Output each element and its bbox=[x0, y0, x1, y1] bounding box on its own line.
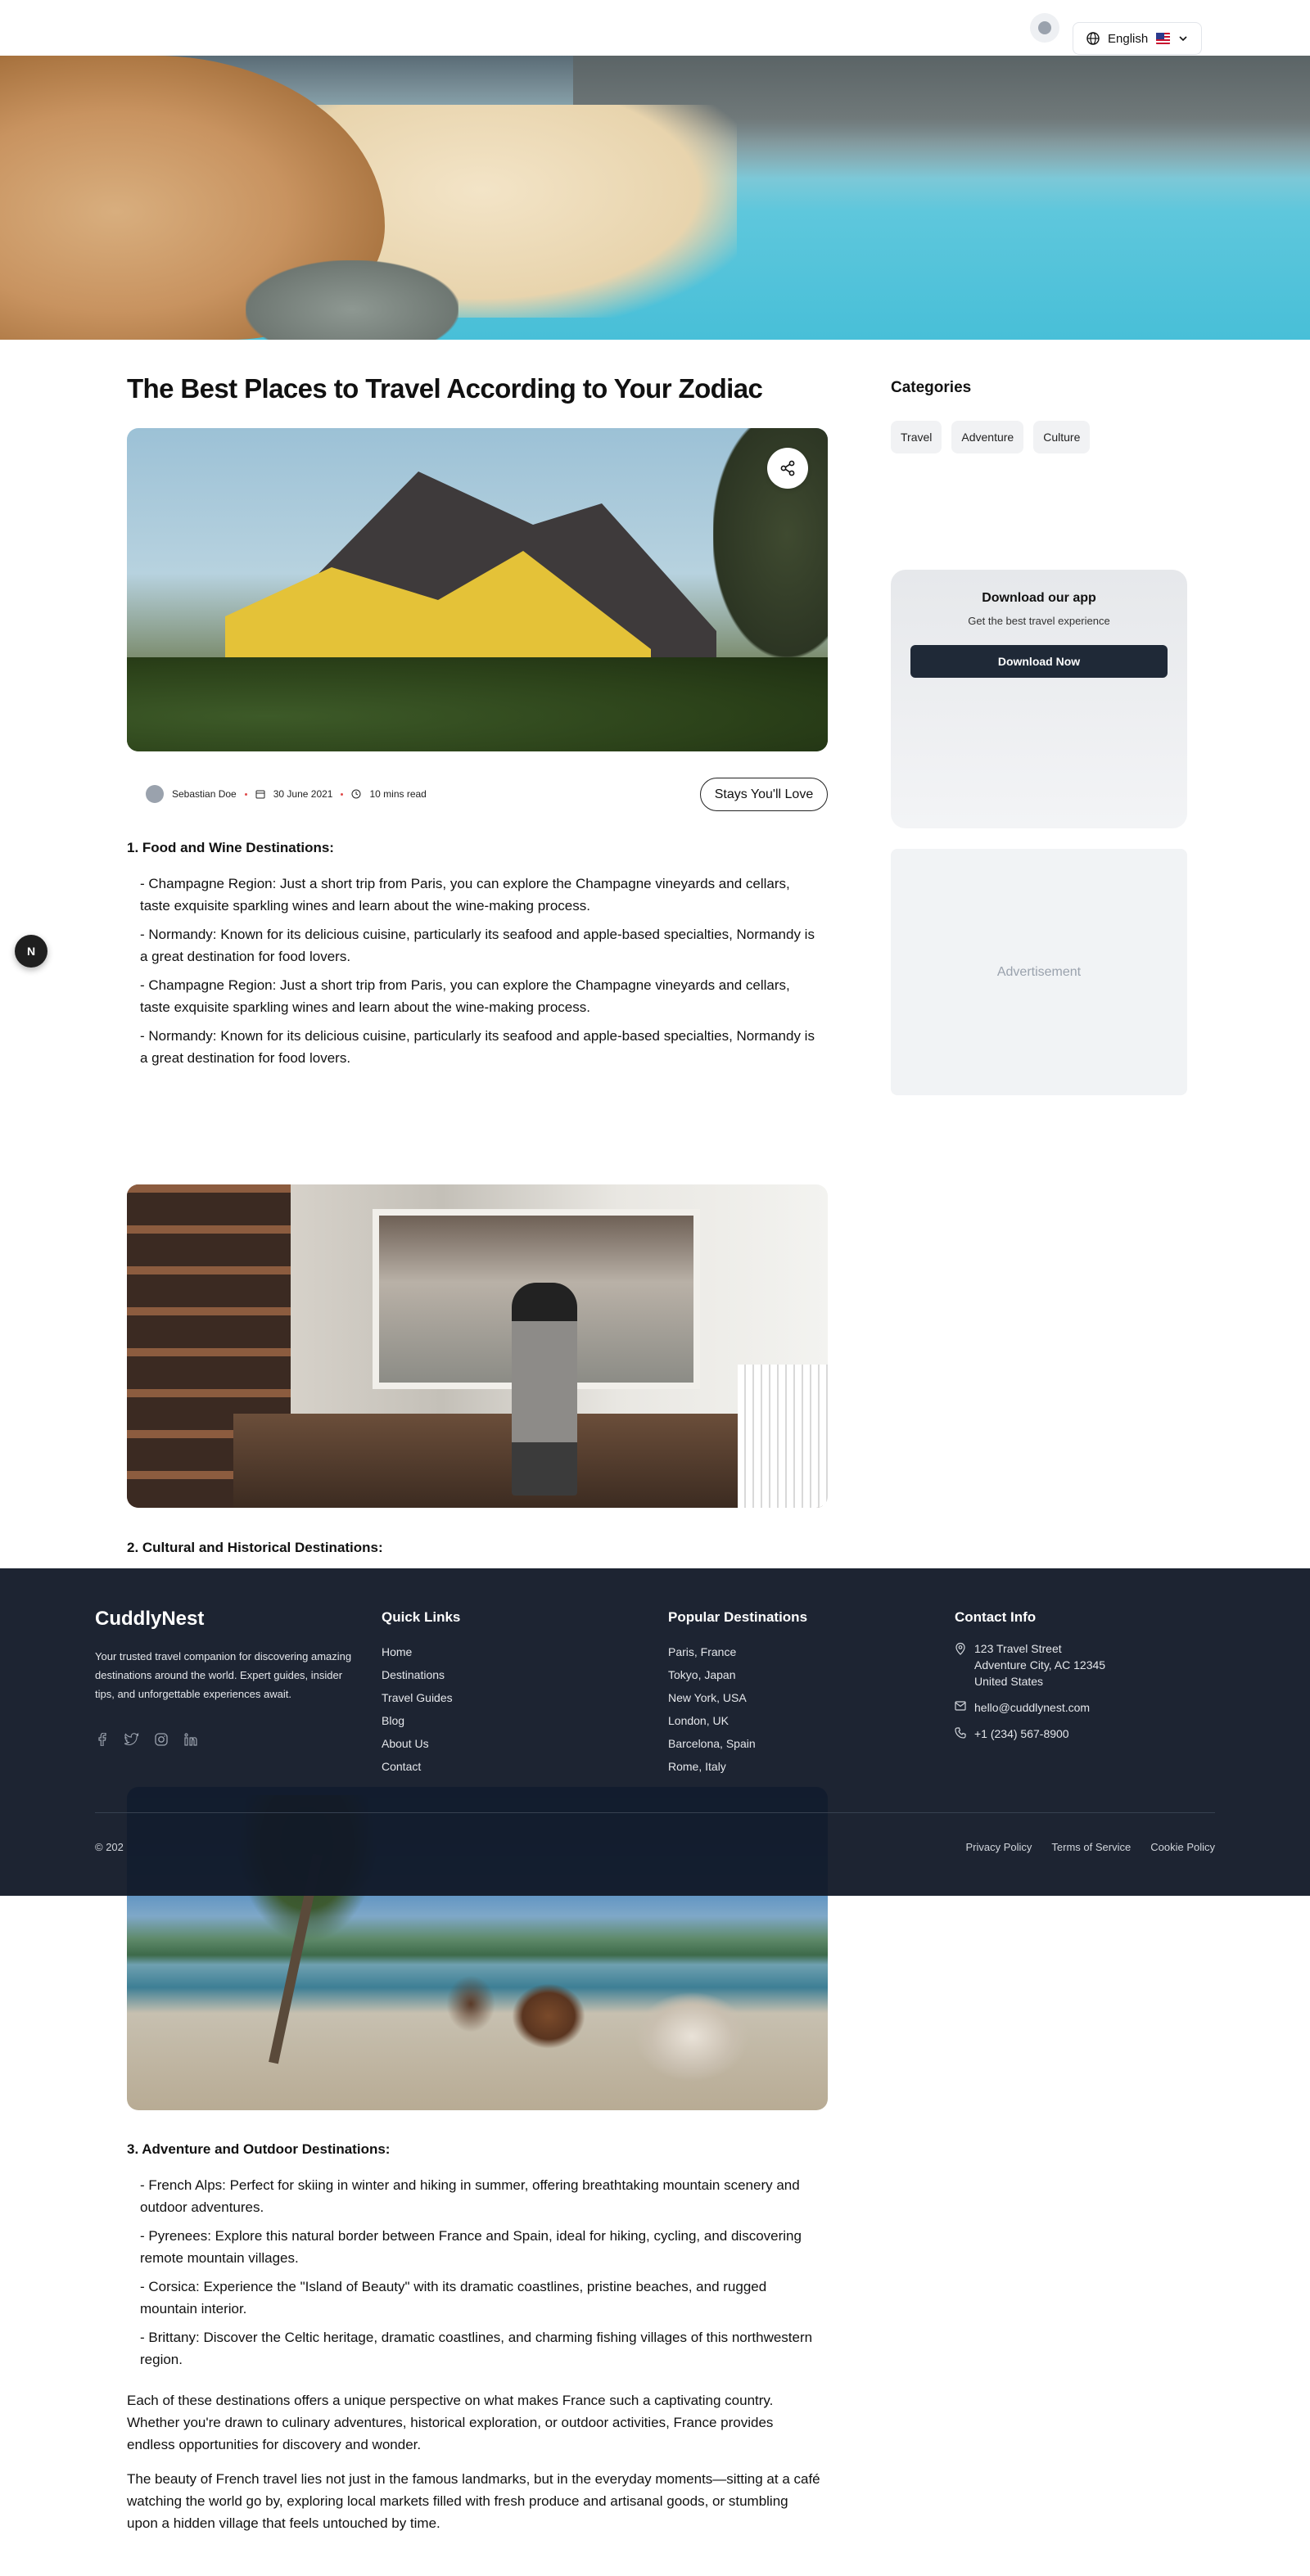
quick-links: Quick Links Home Destinations Travel Gui… bbox=[382, 1609, 460, 1778]
copyright: © 202 bbox=[95, 1841, 124, 1853]
author-name: Sebastian Doe bbox=[172, 788, 237, 800]
instagram-icon[interactable] bbox=[154, 1732, 169, 1747]
footer-link-blog[interactable]: Blog bbox=[382, 1709, 460, 1732]
footer-link-home[interactable]: Home bbox=[382, 1640, 460, 1663]
legal-links: Privacy Policy Terms of Service Cookie P… bbox=[966, 1841, 1216, 1853]
quick-links-title: Quick Links bbox=[382, 1609, 461, 1625]
destination-link[interactable]: London, UK bbox=[668, 1709, 807, 1732]
popular-destinations: Popular Destinations Paris, France Tokyo… bbox=[668, 1609, 807, 1778]
article-image-interior bbox=[127, 1184, 828, 1508]
share-icon bbox=[780, 460, 795, 476]
advertisement-box: Advertisement bbox=[891, 849, 1187, 1095]
contact-phone[interactable]: +1 (234) 567-8900 bbox=[955, 1726, 1105, 1742]
app-card-title: Download our app bbox=[982, 591, 1096, 605]
stays-youll-love-button[interactable]: Stays You'll Love bbox=[700, 778, 828, 811]
app-card-subtitle: Get the best travel experience bbox=[968, 615, 1110, 627]
category-chip-adventure[interactable]: Adventure bbox=[951, 421, 1024, 453]
contact-info-title: Contact Info bbox=[955, 1609, 1037, 1625]
section-heading-food: 1. Food and Wine Destinations: bbox=[127, 840, 334, 855]
list-item: - Champagne Region: Just a short trip fr… bbox=[140, 876, 790, 914]
address-line: 123 Travel Street bbox=[974, 1642, 1062, 1655]
article-meta: Sebastian Doe 30 June 2021 10 mins read bbox=[146, 784, 427, 804]
footer-link-destinations[interactable]: Destinations bbox=[382, 1663, 460, 1686]
download-now-button[interactable]: Download Now bbox=[910, 645, 1168, 678]
phone-text: +1 (234) 567-8900 bbox=[974, 1727, 1069, 1740]
address-line: Adventure City, AC 12345 bbox=[974, 1658, 1106, 1671]
list-item: - Champagne Region: Just a short trip fr… bbox=[140, 977, 790, 1015]
language-selector[interactable]: English bbox=[1073, 22, 1202, 55]
article-image-house bbox=[127, 428, 828, 751]
category-list: Travel Adventure Culture bbox=[891, 421, 1091, 453]
chevron-down-icon bbox=[1179, 36, 1187, 42]
contact-email[interactable]: hello@cuddlynest.com bbox=[955, 1699, 1105, 1716]
footer-link-about[interactable]: About Us bbox=[382, 1732, 460, 1755]
section-heading-cultural: 2. Cultural and Historical Destinations: bbox=[127, 1540, 383, 1555]
facebook-icon[interactable] bbox=[95, 1732, 110, 1747]
list-item: - Pyrenees: Explore this natural border … bbox=[140, 2228, 802, 2266]
list-item: - French Alps: Perfect for skiing in win… bbox=[140, 2177, 800, 2215]
hero-image bbox=[0, 56, 1310, 340]
map-pin-icon bbox=[955, 1642, 965, 1655]
download-app-card: Download our app Get the best travel exp… bbox=[891, 570, 1187, 828]
author-avatar bbox=[146, 785, 164, 803]
language-label: English bbox=[1108, 31, 1149, 46]
theme-toggle-button[interactable] bbox=[1030, 13, 1059, 43]
list-item: - Corsica: Experience the "Island of Bea… bbox=[140, 2279, 767, 2317]
list-item: - Brittany: Discover the Celtic heritage… bbox=[140, 2330, 813, 2367]
closing-paragraph: Each of these destinations offers a uniq… bbox=[127, 2393, 774, 2452]
privacy-policy-link[interactable]: Privacy Policy bbox=[966, 1841, 1032, 1853]
footer-link-contact[interactable]: Contact bbox=[382, 1755, 460, 1778]
theme-icon bbox=[1038, 21, 1051, 34]
twitter-icon[interactable] bbox=[124, 1732, 139, 1747]
top-bar: English bbox=[0, 0, 1310, 56]
terms-of-service-link[interactable]: Terms of Service bbox=[1051, 1841, 1131, 1853]
email-text: hello@cuddlynest.com bbox=[974, 1701, 1091, 1714]
mail-icon bbox=[955, 1701, 966, 1711]
share-button[interactable] bbox=[767, 448, 808, 489]
us-flag-icon bbox=[1156, 33, 1170, 44]
cookie-policy-link[interactable]: Cookie Policy bbox=[1150, 1841, 1215, 1853]
category-chip-travel[interactable]: Travel bbox=[891, 421, 942, 453]
destination-link[interactable]: Barcelona, Spain bbox=[668, 1732, 807, 1755]
categories-title: Categories bbox=[891, 379, 972, 396]
destination-link[interactable]: Rome, Italy bbox=[668, 1755, 807, 1778]
phone-icon bbox=[955, 1727, 966, 1739]
site-footer: CuddlyNest Your trusted travel companion… bbox=[0, 1568, 1310, 1896]
section-heading-adventure: 3. Adventure and Outdoor Destinations: bbox=[127, 2141, 391, 2157]
address-line: United States bbox=[974, 1675, 1044, 1688]
destination-link[interactable]: New York, USA bbox=[668, 1686, 807, 1709]
list-item: - Normandy: Known for its delicious cuis… bbox=[140, 927, 815, 964]
contact-info: Contact Info 123 Travel Street Adventure… bbox=[955, 1609, 1105, 1752]
social-links bbox=[95, 1732, 198, 1747]
footer-description: Your trusted travel companion for discov… bbox=[95, 1650, 352, 1700]
publish-date: 30 June 2021 bbox=[273, 788, 333, 800]
globe-icon bbox=[1086, 32, 1100, 45]
category-chip-culture[interactable]: Culture bbox=[1033, 421, 1091, 453]
calendar-icon bbox=[255, 790, 265, 799]
read-time: 10 mins read bbox=[369, 788, 427, 800]
footer-link-travel-guides[interactable]: Travel Guides bbox=[382, 1686, 460, 1709]
popular-destinations-title: Popular Destinations bbox=[668, 1609, 808, 1625]
footer-brand: CuddlyNest bbox=[95, 1608, 205, 1630]
footer-divider bbox=[95, 1812, 1215, 1813]
list-item: - Normandy: Known for its delicious cuis… bbox=[140, 1028, 815, 1066]
article-title: The Best Places to Travel According to Y… bbox=[127, 373, 763, 404]
destination-link[interactable]: Paris, France bbox=[668, 1640, 807, 1663]
linkedin-icon[interactable] bbox=[183, 1732, 198, 1747]
closing-paragraph: The beauty of French travel lies not jus… bbox=[127, 2471, 820, 2531]
contact-address: 123 Travel Street Adventure City, AC 123… bbox=[955, 1640, 1105, 1690]
clock-icon bbox=[351, 789, 361, 799]
floating-action-button[interactable]: N bbox=[15, 935, 47, 968]
destination-link[interactable]: Tokyo, Japan bbox=[668, 1663, 807, 1686]
